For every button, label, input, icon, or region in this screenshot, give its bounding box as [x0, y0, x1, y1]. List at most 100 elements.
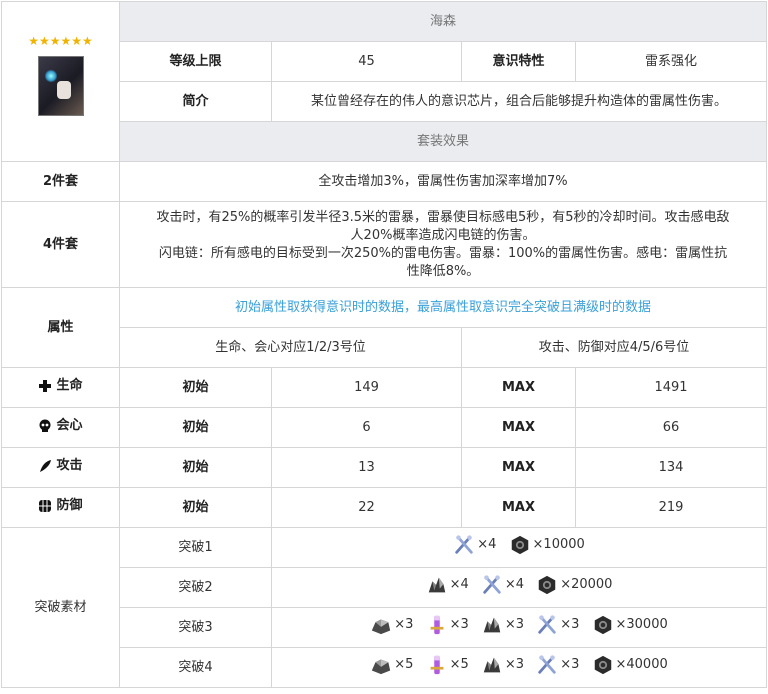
ore-icon [426, 574, 448, 596]
set4-line: 闪电链：所有感电的目标受到一次250%的雷电伤害。雷暴：100%的雷属性伤害。感… [158, 245, 728, 261]
set4-line: 性降低8%。 [406, 263, 480, 279]
material-qty: ×4 [504, 576, 525, 592]
breakthrough-row-label: 突破4 [119, 647, 272, 688]
init-value: 22 [271, 487, 462, 528]
init-value: 6 [271, 407, 462, 448]
init-value: 149 [271, 367, 462, 408]
ore-icon [481, 614, 503, 636]
set4-text: 攻击时，有25%的概率引发半径3.5米的雷暴，雷暴使目标感电5秒，有5秒的冷却时… [118, 201, 768, 288]
feather-icon [40, 459, 52, 472]
gear-ore-icon [370, 654, 392, 676]
attr-note: 初始属性取获得意识时的数据，最高属性取意识完全突破且满级时的数据 [118, 287, 768, 328]
nut-icon [592, 654, 614, 676]
max-value: 134 [574, 447, 768, 488]
max-value: 219 [574, 487, 768, 528]
set4-label: 4件套 [1, 201, 120, 288]
shield-grid-icon [39, 499, 52, 512]
material: ×10000 [509, 534, 585, 556]
init-label: 初始 [119, 447, 272, 488]
trait-value: 雷系强化 [574, 41, 768, 82]
material: ×20000 [536, 574, 612, 596]
level-cap-value: 45 [271, 41, 462, 82]
material-qty: ×5 [394, 656, 414, 672]
breakthrough-row-label: 突破1 [119, 527, 272, 568]
material: ×3 [481, 614, 524, 636]
gear-ore-icon [370, 614, 392, 636]
material-qty: ×3 [504, 656, 525, 672]
material-qty: ×3 [504, 616, 525, 632]
nut-icon [536, 574, 558, 596]
portrait-face [56, 81, 71, 99]
stat-label: 生命 [56, 377, 83, 393]
attr-sub-left: 生命、会心对应1/2/3号位 [119, 327, 462, 368]
consciousness-table: ★★★★★★ 海森 等级上限 45 意识特性 雷系强化 简介 某位曾经存在的伟人… [1, 1, 768, 688]
material: ×40000 [592, 654, 668, 676]
intro-label: 简介 [119, 81, 272, 122]
set2-text: 全攻击增加3%，雷属性伤害加深率增加7% [118, 161, 768, 202]
material-qty: ×3 [449, 616, 469, 632]
wrench-icon [453, 534, 475, 556]
set-effect-header: 套装效果 [118, 121, 768, 162]
trait-label: 意识特性 [461, 41, 576, 82]
material-qty: ×4 [449, 576, 469, 592]
skull-icon [39, 419, 51, 432]
page-title: 海森 [118, 1, 768, 42]
max-value: 1491 [574, 367, 768, 408]
wrench-icon [481, 574, 503, 596]
character-portrait [37, 56, 84, 116]
stat-label: 会心 [56, 417, 83, 433]
level-cap-label: 等级上限 [119, 41, 272, 82]
material: ×3 [481, 654, 524, 676]
vial-icon [426, 654, 448, 676]
max-label: MAX [461, 367, 576, 408]
breakthrough-label: 突破素材 [1, 527, 120, 688]
stat-hp-label-cell: 生命 [1, 367, 120, 408]
material-qty: ×20000 [560, 576, 613, 592]
breakthrough-row-label: 突破2 [119, 567, 272, 608]
material: ×4 [453, 534, 496, 556]
portrait-cell: ★★★★★★ [1, 1, 120, 162]
ore-icon [481, 654, 503, 676]
material: ×3 [536, 654, 579, 676]
material: ×4 [426, 574, 469, 596]
material-qty: ×3 [394, 616, 414, 632]
max-value: 66 [574, 407, 768, 448]
init-label: 初始 [119, 487, 272, 528]
set4-line: 人20%概率造成闪电链的伤害。 [350, 227, 536, 243]
stat-crit-label-cell: 会心 [1, 407, 120, 448]
nut-icon [592, 614, 614, 636]
material-qty: ×10000 [532, 536, 585, 552]
nut-icon [509, 534, 531, 556]
material-qty: ×3 [560, 616, 580, 632]
attr-sub-right: 攻击、防御对应4/5/6号位 [460, 327, 768, 368]
init-label: 初始 [119, 407, 272, 448]
material-qty: ×40000 [615, 656, 668, 672]
material: ×3 [536, 614, 579, 636]
material-qty: ×4 [477, 536, 497, 552]
material: ×5 [426, 654, 469, 676]
max-label: MAX [461, 447, 576, 488]
set2-label: 2件套 [1, 161, 120, 202]
max-label: MAX [461, 407, 576, 448]
cross-icon [39, 379, 52, 392]
max-label: MAX [461, 487, 576, 528]
star-rating: ★★★★★★ [28, 34, 93, 48]
intro-text: 某位曾经存在的伟人的意识芯片，组合后能够提升构造体的雷属性伤害。 [270, 81, 768, 122]
material: ×3 [426, 614, 469, 636]
breakthrough-materials: ×5 ×5 ×3 ×3 ×40000 [270, 647, 768, 688]
init-label: 初始 [119, 367, 272, 408]
wrench-icon [536, 614, 558, 636]
breakthrough-row-label: 突破3 [119, 607, 272, 648]
stat-label: 防御 [56, 497, 83, 513]
material-qty: ×30000 [615, 616, 668, 632]
stat-atk-label-cell: 攻击 [1, 447, 120, 488]
breakthrough-materials: ×4 ×4 ×20000 [270, 567, 768, 608]
material-qty: ×5 [449, 656, 469, 672]
material: ×5 [370, 654, 413, 676]
portrait-glow [44, 69, 57, 83]
attr-label: 属性 [1, 287, 120, 368]
vial-icon [426, 614, 448, 636]
breakthrough-materials: ×4 ×10000 [270, 527, 768, 568]
material: ×3 [370, 614, 413, 636]
material: ×30000 [592, 614, 668, 636]
